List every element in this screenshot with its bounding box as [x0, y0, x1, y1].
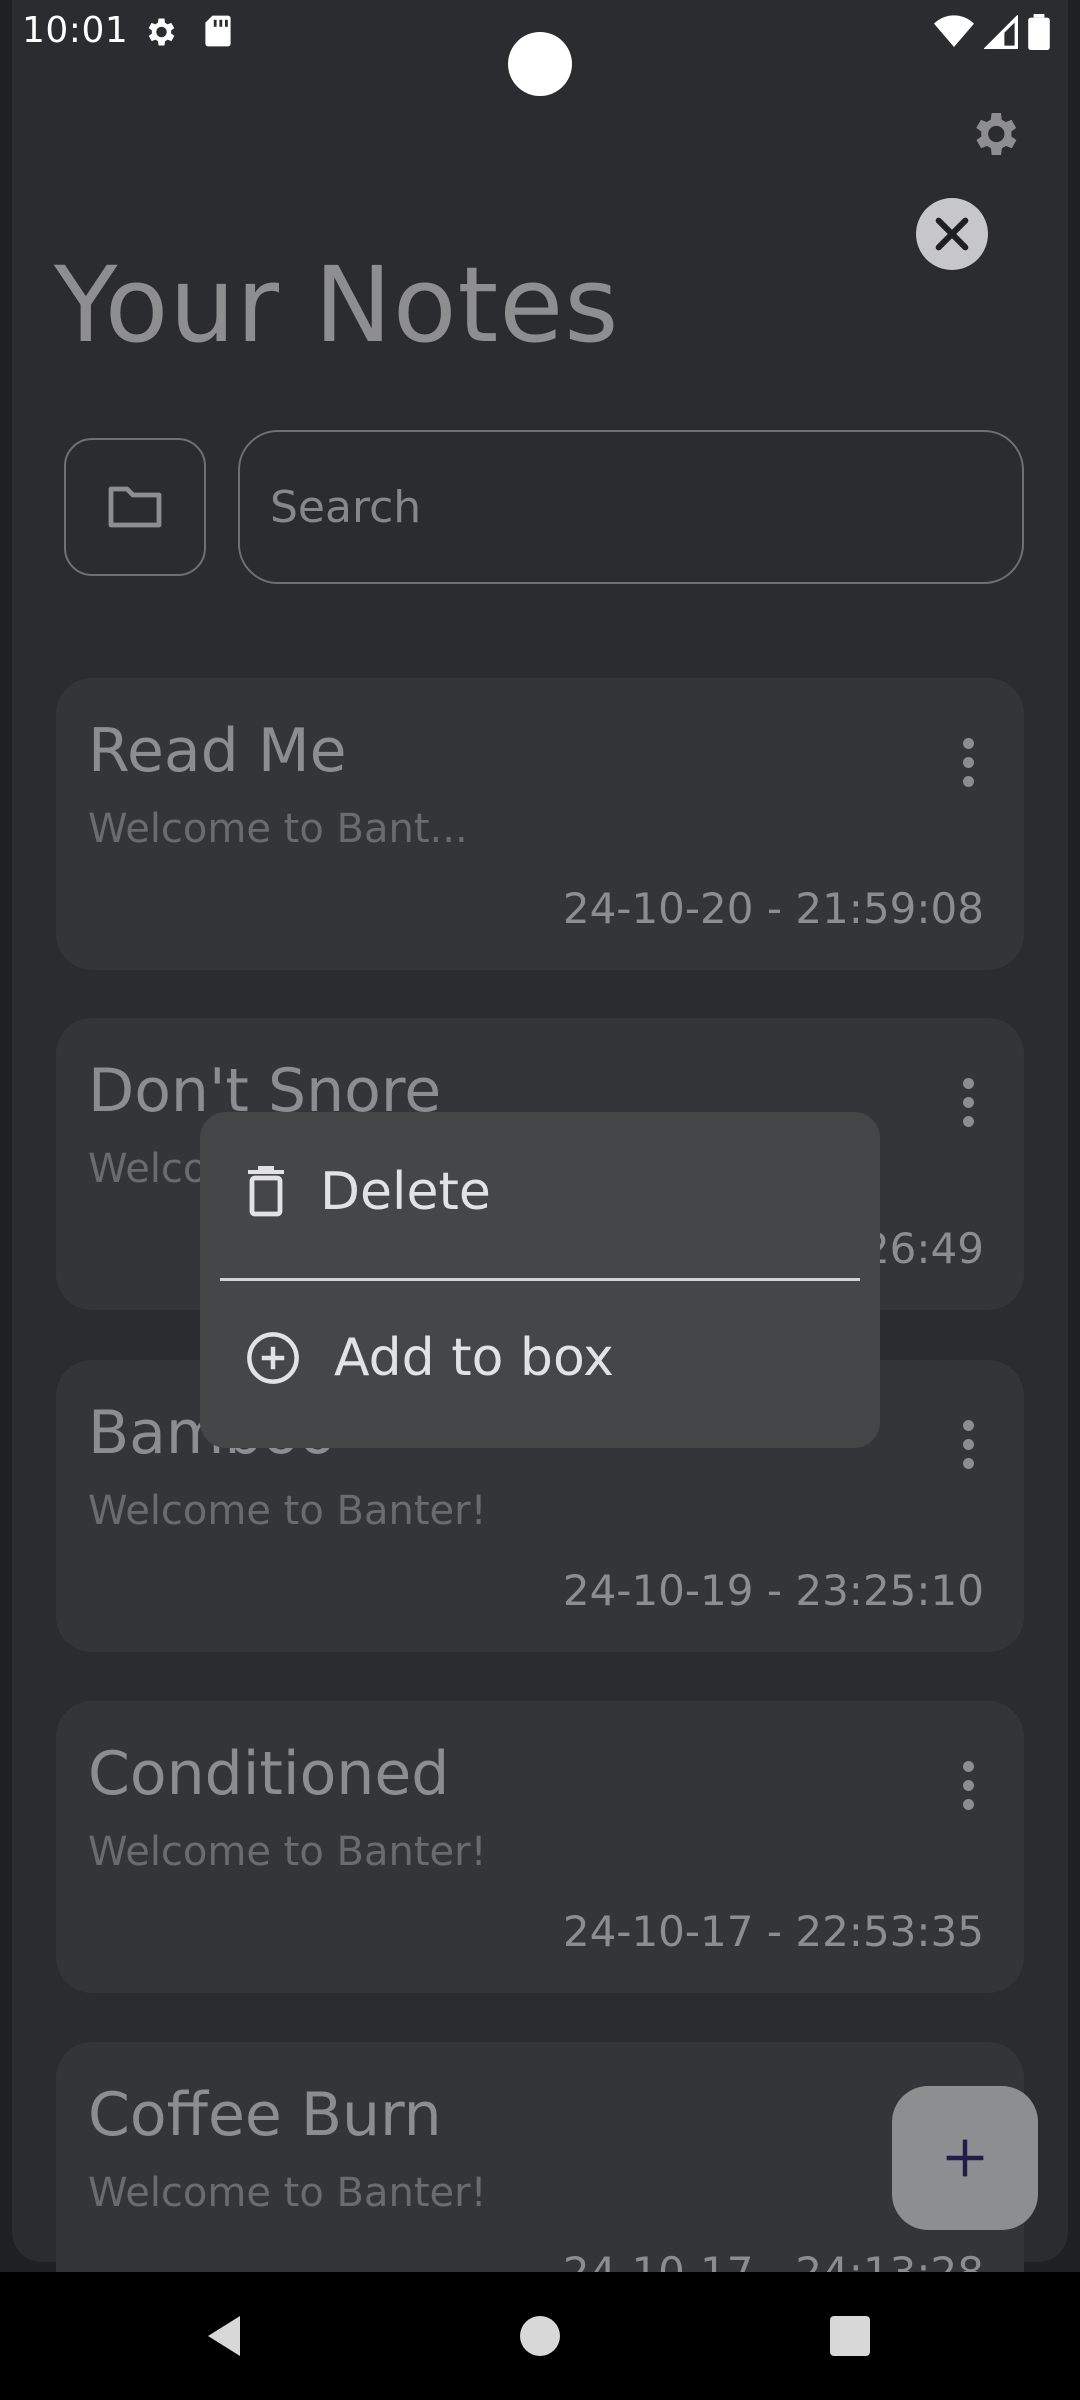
wifi-icon [934, 15, 974, 47]
status-bar: 10:01 [0, 0, 1080, 96]
plus-circle-icon [247, 1332, 299, 1384]
page-title: Your Notes [54, 244, 620, 366]
note-preview: Welcome to Banter! [88, 1829, 487, 1875]
search-box[interactable] [238, 430, 1024, 584]
search-input[interactable] [270, 481, 1022, 533]
more-vertical-icon[interactable] [956, 738, 980, 798]
navigation-bar [0, 2272, 1080, 2400]
battery-icon [1028, 14, 1050, 50]
signal-icon [984, 15, 1018, 49]
recents-icon[interactable] [830, 2316, 870, 2356]
note-card[interactable]: Coffee Burn Welcome to Banter! 24-10-17 … [56, 2042, 1024, 2272]
gear-icon[interactable] [966, 106, 1022, 162]
trash-icon [248, 1166, 284, 1217]
folder-icon [108, 486, 162, 528]
camera-cutout [508, 32, 572, 96]
note-date: 24-10-19 - 23:25:10 [562, 1566, 984, 1615]
more-vertical-icon[interactable] [956, 1420, 980, 1480]
plus-icon [946, 2139, 984, 2177]
status-icons [934, 14, 1050, 50]
close-icon [935, 217, 969, 251]
settings-icon [148, 18, 175, 46]
note-preview: Welcome to Banter! [88, 1488, 487, 1534]
more-vertical-icon[interactable] [956, 1761, 980, 1821]
more-vertical-icon[interactable] [956, 1078, 980, 1138]
note-card[interactable]: Conditioned Welcome to Banter! 24-10-17 … [56, 1701, 1024, 1993]
menu-divider [220, 1278, 860, 1281]
note-preview: Welcome to Banter! [88, 2170, 487, 2216]
status-time: 10:01 [22, 10, 129, 51]
note-date: 24-10-20 - 21:59:08 [562, 884, 984, 933]
note-preview: Welcome to Bant... [88, 806, 468, 852]
sd-card-icon [205, 15, 231, 47]
close-button[interactable] [916, 198, 988, 270]
note-context-menu: Delete Add to box [200, 1112, 880, 1448]
folder-button[interactable] [64, 438, 206, 576]
note-title: Conditioned [88, 1739, 450, 1809]
note-date: 24-10-17 - 22:53:35 [562, 1907, 984, 1956]
delete-label: Delete [320, 1162, 491, 1222]
delete-menu-item[interactable]: Delete [246, 1162, 491, 1222]
home-icon[interactable] [520, 2316, 560, 2356]
add-note-button[interactable] [892, 2086, 1038, 2230]
add-to-box-label: Add to box [334, 1328, 614, 1388]
note-title: Read Me [88, 716, 347, 786]
note-card[interactable]: Read Me Welcome to Bant... 24-10-20 - 21… [56, 678, 1024, 970]
note-title: Coffee Burn [88, 2080, 442, 2150]
note-date: 24-10-17 - 24:13:28 [563, 2248, 984, 2272]
add-to-box-menu-item[interactable]: Add to box [246, 1328, 614, 1388]
back-icon[interactable] [204, 2312, 244, 2360]
